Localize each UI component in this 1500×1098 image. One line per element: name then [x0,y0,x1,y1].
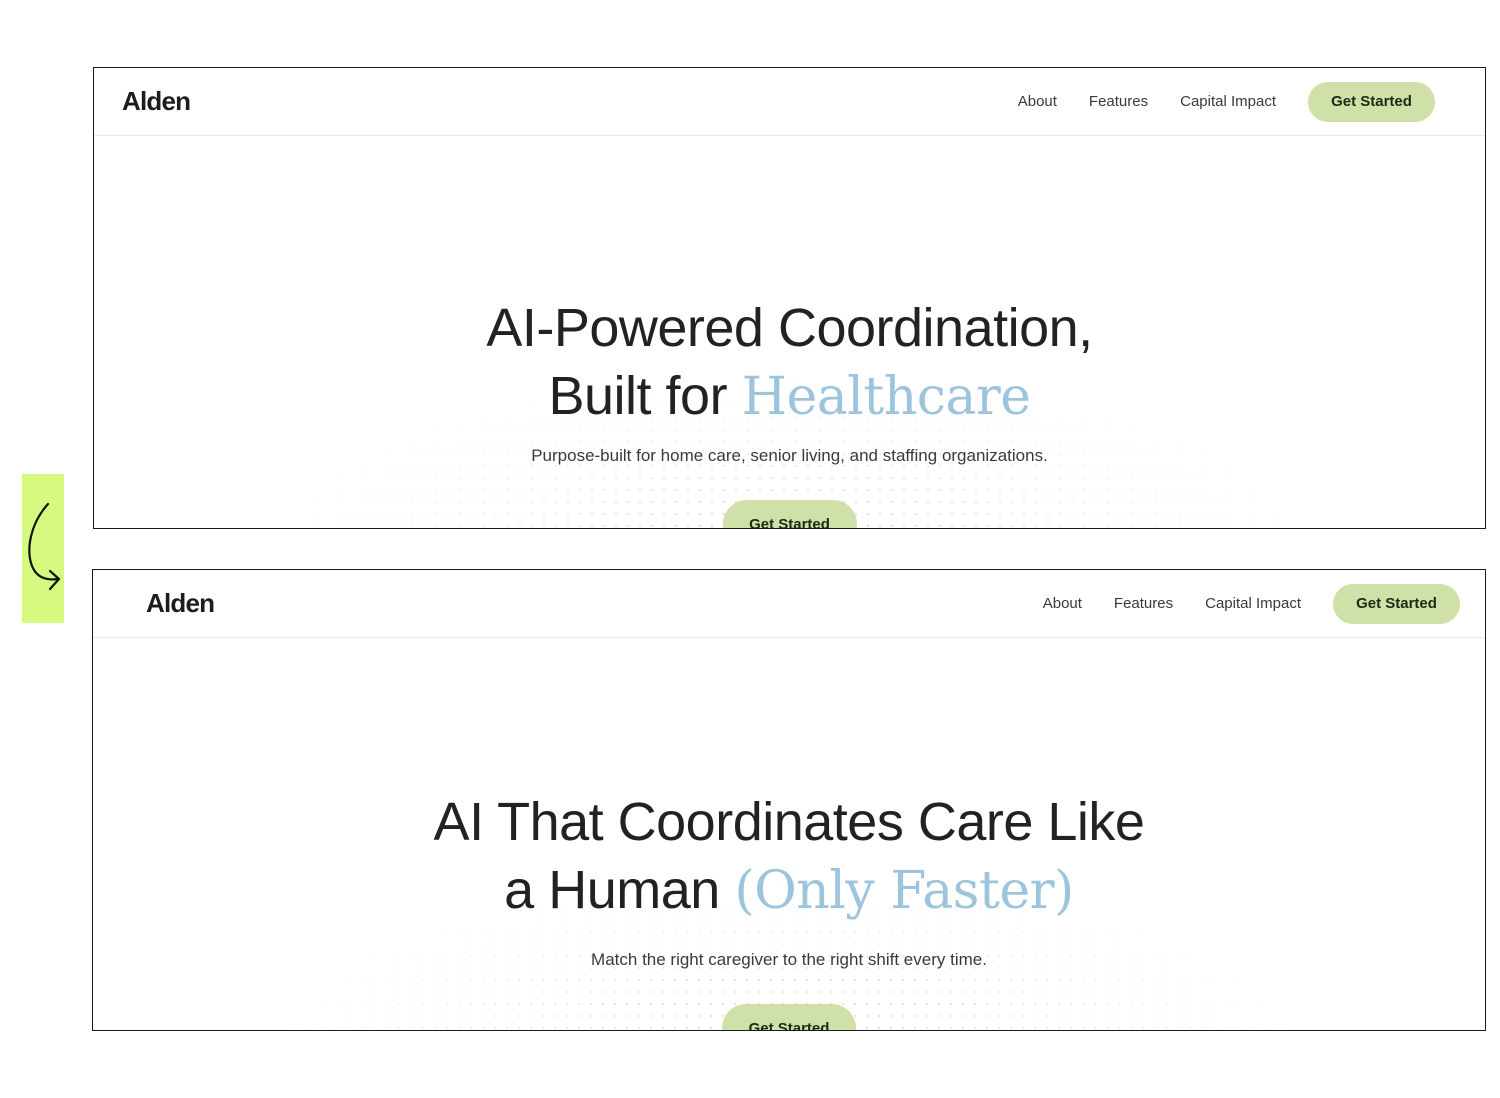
nav-get-started-button[interactable]: Get Started [1308,81,1435,122]
nav-links: About Features Capital Impact Get Starte… [1043,583,1460,624]
headline-line-1: AI-Powered Coordination, [486,298,1093,358]
nav-link-features[interactable]: Features [1114,595,1173,612]
hero-subheadline: Match the right caregiver to the right s… [591,950,987,969]
top-nav: Alden About Features Capital Impact Get … [93,570,1485,638]
headline-line-1: AI That Coordinates Care Like [433,792,1145,852]
nav-link-about[interactable]: About [1018,93,1057,110]
headline-accent: Healthcare [741,367,1031,427]
hero-section: AI-Powered Coordination, Built for Healt… [94,136,1485,528]
headline-line-2: a Human [504,860,720,920]
nav-get-started-button[interactable]: Get Started [1333,583,1460,624]
hero-get-started-button[interactable]: Get Started [722,1004,856,1030]
nav-link-capital-impact[interactable]: Capital Impact [1205,595,1301,612]
hero-get-started-button[interactable]: Get Started [722,500,857,528]
annotation-marker [22,474,64,623]
curved-arrow-down-right-icon [28,502,61,591]
hero-headline: AI-Powered Coordination, Built for Healt… [94,294,1485,431]
comparison-canvas: Alden About Features Capital Impact Get … [0,0,1500,1098]
hero-section: AI That Coordinates Care Like a Human (O… [93,638,1485,1030]
top-nav: Alden About Features Capital Impact Get … [94,68,1485,136]
before-page-frame: Alden About Features Capital Impact Get … [93,67,1486,529]
after-page-frame: Alden About Features Capital Impact Get … [92,569,1486,1031]
hero-subheadline: Purpose-built for home care, senior livi… [531,446,1048,465]
nav-link-features[interactable]: Features [1089,93,1148,110]
headline-line-2: Built for [548,366,728,426]
nav-link-about[interactable]: About [1043,595,1082,612]
nav-link-capital-impact[interactable]: Capital Impact [1180,93,1276,110]
hero-headline: AI That Coordinates Care Like a Human (O… [93,788,1485,925]
nav-links: About Features Capital Impact Get Starte… [1018,81,1435,122]
logo[interactable]: Alden [122,86,191,117]
logo[interactable]: Alden [146,588,215,619]
headline-accent: (Only Faster) [734,861,1074,921]
